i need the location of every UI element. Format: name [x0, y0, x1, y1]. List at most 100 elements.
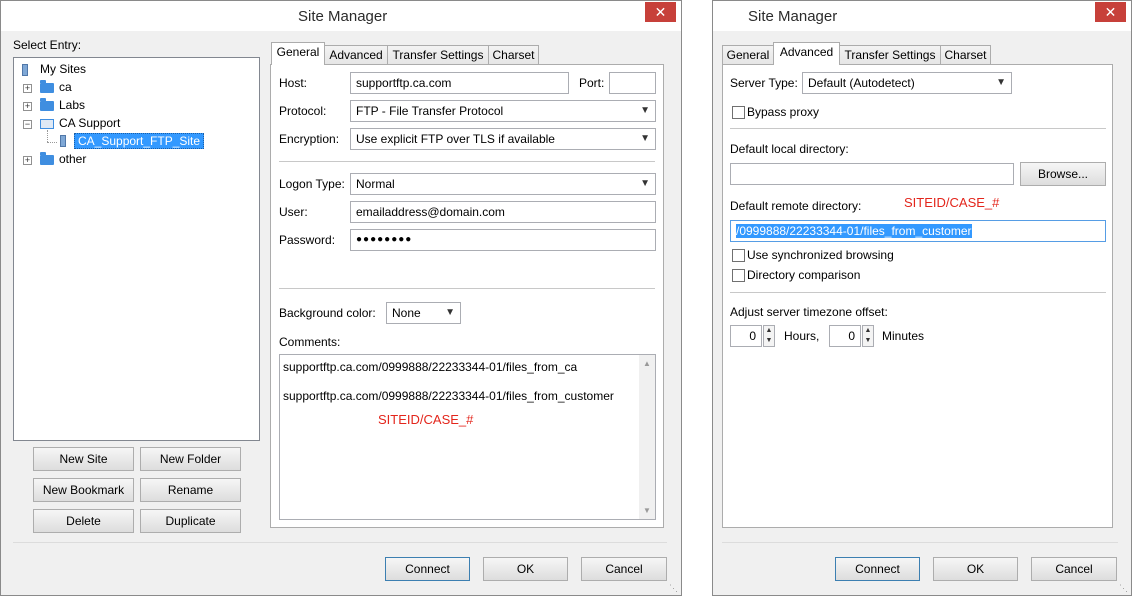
expand-icon[interactable]: + [23, 84, 32, 93]
port-label: Port: [579, 76, 605, 90]
divider [730, 292, 1106, 293]
protocol-select[interactable]: FTP - File Transfer Protocol ▼ [350, 100, 656, 122]
tree-item-site-selected[interactable]: CA_Support_FTP_Site [74, 133, 205, 149]
background-color-label: Background color: [279, 306, 376, 320]
hours-input[interactable]: 0 [730, 325, 762, 347]
user-input[interactable]: emailaddress@domain.com [350, 201, 656, 223]
annotation-text: SITEID/CASE_# [904, 195, 1000, 210]
expand-icon[interactable]: + [23, 156, 32, 165]
bypass-proxy-checkbox[interactable] [732, 106, 745, 119]
tree-item-ca[interactable]: ca [59, 80, 72, 94]
site-manager-window-general: Site Manager ✕ Select Entry: My Sites + … [0, 0, 682, 596]
divider [722, 542, 1118, 543]
comments-label: Comments: [279, 335, 341, 349]
expand-icon[interactable]: + [23, 102, 32, 111]
spin-up-icon[interactable]: ▲ [863, 326, 873, 336]
browse-button[interactable]: Browse... [1020, 162, 1106, 186]
tab-general[interactable]: General [722, 45, 774, 65]
cancel-button[interactable]: Cancel [581, 557, 667, 581]
server-icon [60, 135, 66, 147]
divider [279, 161, 655, 162]
logon-type-select[interactable]: Normal ▼ [350, 173, 656, 195]
tree-item-other[interactable]: other [59, 152, 86, 166]
encryption-select[interactable]: Use explicit FTP over TLS if available ▼ [350, 128, 656, 150]
connect-button[interactable]: Connect [385, 557, 470, 581]
password-input[interactable]: ●●●●●●●● [350, 229, 656, 251]
protocol-value: FTP - File Transfer Protocol [356, 104, 504, 118]
cancel-button[interactable]: Cancel [1031, 557, 1117, 581]
sync-browsing-label[interactable]: Use synchronized browsing [747, 248, 894, 262]
scrollbar[interactable]: ▲ ▼ [639, 355, 655, 519]
user-label: User: [279, 205, 308, 219]
minutes-label: Minutes [882, 329, 925, 343]
delete-button[interactable]: Delete [33, 509, 134, 533]
spin-down-icon[interactable]: ▼ [764, 336, 774, 346]
duplicate-button[interactable]: Duplicate [140, 509, 241, 533]
background-color-value: None [392, 306, 421, 320]
encryption-value: Use explicit FTP over TLS if available [356, 132, 555, 146]
rename-button[interactable]: Rename [140, 478, 241, 502]
comment-line: supportftp.ca.com/0999888/22233344-01/fi… [283, 389, 614, 403]
tab-transfer-settings[interactable]: Transfer Settings [839, 45, 941, 65]
remote-directory-input[interactable]: /0999888/22233344-01/files_from_customer [730, 220, 1106, 242]
site-manager-window-advanced: Site Manager ✕ General Advanced Transfer… [712, 0, 1132, 596]
new-folder-button[interactable]: New Folder [140, 447, 241, 471]
tree-item-labs[interactable]: Labs [59, 98, 85, 112]
encryption-label: Encryption: [279, 132, 340, 146]
site-tree[interactable]: My Sites + ca + Labs − CA Support CA_Sup… [13, 57, 260, 441]
scroll-up-icon[interactable]: ▲ [643, 359, 651, 368]
open-folder-icon [40, 119, 54, 129]
protocol-label: Protocol: [279, 104, 327, 118]
ok-button[interactable]: OK [933, 557, 1018, 581]
close-button[interactable]: ✕ [1095, 2, 1126, 22]
server-type-select[interactable]: Default (Autodetect) ▼ [802, 72, 1012, 94]
new-site-button[interactable]: New Site [33, 447, 134, 471]
scroll-down-icon[interactable]: ▼ [643, 506, 651, 515]
ok-button[interactable]: OK [483, 557, 568, 581]
tab-charset[interactable]: Charset [488, 45, 539, 65]
minutes-input[interactable]: 0 [829, 325, 861, 347]
minutes-spinner[interactable]: ▲ ▼ [862, 325, 874, 347]
tree-line [47, 142, 57, 144]
tab-transfer-settings[interactable]: Transfer Settings [387, 45, 489, 65]
resize-grip-icon[interactable]: ⋱ [669, 583, 679, 593]
tab-general[interactable]: General [271, 42, 325, 65]
timezone-label: Adjust server timezone offset: [730, 305, 888, 319]
chevron-down-icon: ▼ [996, 77, 1006, 88]
host-input[interactable]: supportftp.ca.com [350, 72, 569, 94]
directory-comparison-checkbox[interactable] [732, 269, 745, 282]
computer-icon [22, 64, 28, 76]
annotation-text: SITEID/CASE_# [378, 412, 474, 427]
sync-browsing-checkbox[interactable] [732, 249, 745, 262]
port-input[interactable] [609, 72, 656, 94]
hours-spinner[interactable]: ▲ ▼ [763, 325, 775, 347]
chevron-down-icon: ▼ [640, 178, 650, 189]
chevron-down-icon: ▼ [445, 307, 455, 318]
directory-comparison-label[interactable]: Directory comparison [747, 268, 860, 282]
bypass-proxy-label[interactable]: Bypass proxy [747, 105, 819, 119]
new-bookmark-button[interactable]: New Bookmark [33, 478, 134, 502]
connect-button[interactable]: Connect [835, 557, 920, 581]
spin-down-icon[interactable]: ▼ [863, 336, 873, 346]
local-directory-input[interactable] [730, 163, 1014, 185]
background-color-select[interactable]: None ▼ [386, 302, 461, 324]
comment-line: supportftp.ca.com/0999888/22233344-01/fi… [283, 360, 578, 374]
divider [279, 288, 655, 289]
tree-item-ca-support[interactable]: CA Support [59, 116, 120, 130]
hours-label: Hours, [784, 329, 820, 343]
spin-up-icon[interactable]: ▲ [764, 326, 774, 336]
resize-grip-icon[interactable]: ⋱ [1119, 583, 1129, 593]
tab-advanced[interactable]: Advanced [773, 42, 840, 65]
tab-charset[interactable]: Charset [940, 45, 991, 65]
tab-advanced[interactable]: Advanced [324, 45, 388, 65]
comments-textarea[interactable]: supportftp.ca.com/0999888/22233344-01/fi… [279, 354, 656, 520]
folder-icon [40, 80, 54, 93]
title-bar[interactable]: Site Manager ✕ [713, 1, 1131, 31]
divider [13, 542, 667, 543]
close-button[interactable]: ✕ [645, 2, 676, 22]
title-bar[interactable]: Site Manager ✕ [1, 1, 681, 31]
select-entry-label: Select Entry: [13, 38, 82, 52]
remote-directory-value: /0999888/22233344-01/files_from_customer [736, 224, 972, 238]
collapse-icon[interactable]: − [23, 120, 32, 129]
advanced-tab-panel: Server Type: Default (Autodetect) ▼ Bypa… [722, 64, 1113, 528]
